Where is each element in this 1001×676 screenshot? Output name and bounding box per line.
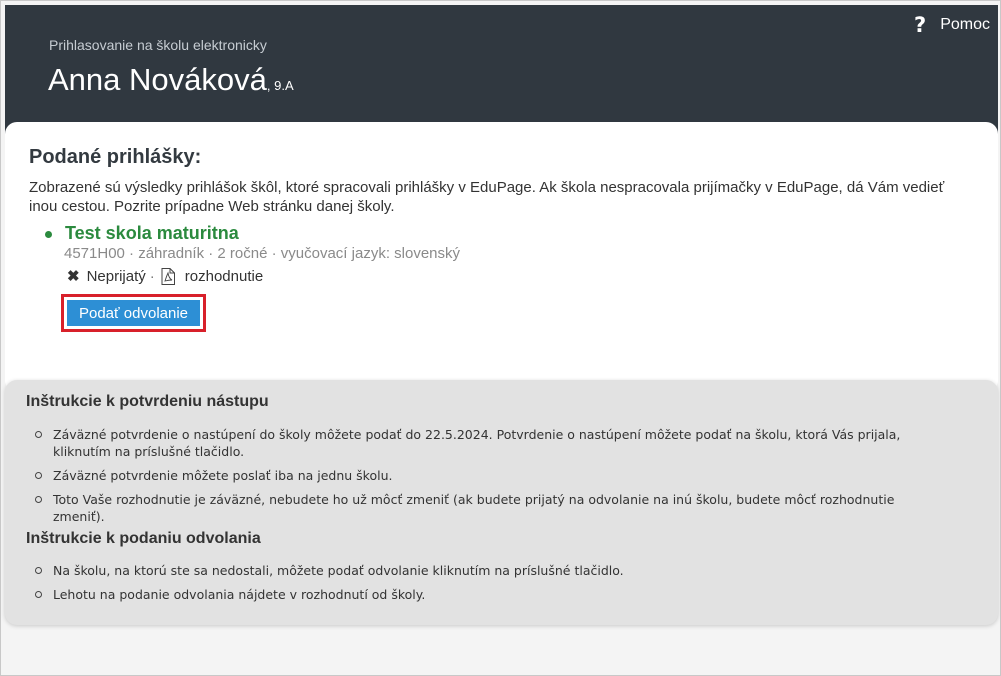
separator: · [149,267,155,285]
student-name: Anna Nováková [48,62,267,97]
appeal-instructions-list: Na školu, na ktorú ste sa nedostali, môž… [35,562,935,610]
school-name: Test skola maturitna [65,223,239,243]
x-icon: ✖ [67,268,80,285]
student-heading: Anna Nováková, 9.A [48,62,294,98]
list-item: Záväzné potvrdenie môžete poslať iba na … [35,467,935,484]
confirm-instructions-list: Záväzné potvrdenie o nastúpení do školy … [35,426,935,532]
pdf-file-icon[interactable] [161,267,175,285]
list-item: Lehotu na podanie odvolania nájdete v ro… [35,586,935,603]
instructions-panel: Inštrukcie k potvrdeniu nástupu Záväzné … [5,380,998,625]
list-item: Záväzné potvrdenie o nastúpení do školy … [35,426,935,460]
appeal-button-highlight: Podať odvolanie [61,294,206,332]
help-label: Pomoc [940,16,990,33]
list-item: Na školu, na ktorú ste sa nedostali, môž… [35,562,935,579]
applications-title: Podané prihlášky: [29,146,202,168]
school-meta: 4571H00 · záhradník · 2 ročné · vyučovac… [64,245,461,262]
applications-intro: Zobrazené sú výsledky prihlášok škôl, kt… [29,179,945,215]
page-subtitle: Prihlasovanie na školu elektronicky [49,37,267,53]
appeal-button[interactable]: Podať odvolanie [67,300,200,326]
applications-card: Podané prihlášky: Zobrazené sú výsledky … [5,122,998,392]
status-label: Neprijatý [86,267,146,285]
school-status-row: ✖ Neprijatý · rozhodnutie [67,267,263,285]
question-mark-icon: ? [914,13,927,37]
decision-link[interactable]: rozhodnutie [185,268,263,285]
confirm-instructions-title: Inštrukcie k potvrdeniu nástupu [26,393,269,410]
app-window: ? Pomoc Prihlasovanie na školu elektroni… [0,0,1001,676]
appeal-instructions-title: Inštrukcie k podaniu odvolania [26,530,261,547]
student-class: , 9.A [266,78,294,93]
list-item: Toto Vaše rozhodnutie je záväzné, nebude… [35,491,935,525]
green-dot-icon [45,231,52,238]
help-link[interactable]: ? Pomoc [914,13,990,37]
